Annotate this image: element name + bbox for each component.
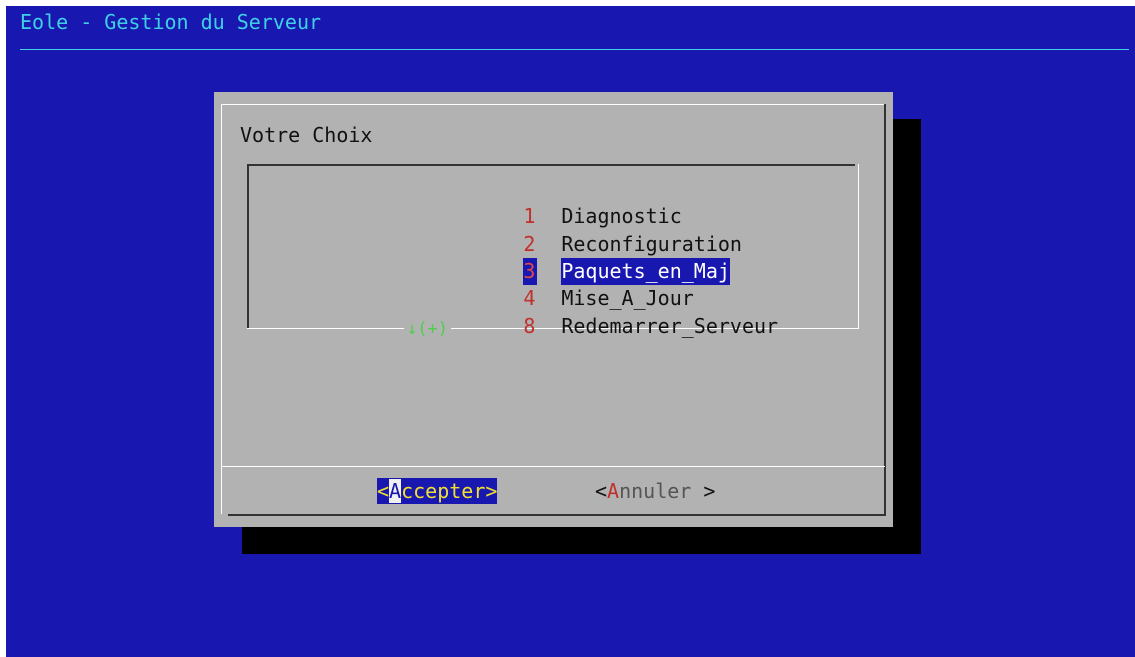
menu-dialog: Votre Choix 1 Diagnostic 2 Reconfiguration… xyxy=(214,92,893,527)
dialog-border-left xyxy=(221,104,222,514)
accept-button-label: ccepter xyxy=(401,479,486,503)
cancel-button-bracket-left: < xyxy=(595,479,608,503)
menu-item-reconfiguration[interactable]: 2 Reconfiguration xyxy=(427,204,742,256)
terminal-screen: Eole - Gestion du Serveur Votre Choix 1D… xyxy=(6,6,1135,657)
button-separator xyxy=(221,466,885,467)
cancel-button-label: nnuler xyxy=(619,479,692,503)
menu-item-mise-a-jour[interactable]: 4 Mise_A_Jour xyxy=(427,258,693,310)
dialog-prompt: Votre Choix xyxy=(240,123,373,147)
menu-item-redemarrer-serveur[interactable]: 8 Redemarrer_Serveur xyxy=(427,286,778,338)
menu-item-label: Redemarrer_Serveur xyxy=(561,314,779,338)
accept-button-hotkey: A xyxy=(389,479,402,503)
dialog-border-bottom xyxy=(228,514,886,516)
accept-button[interactable]: <Accepter> xyxy=(377,478,498,504)
cancel-button-hotkey: A xyxy=(607,479,620,503)
scroll-down-indicator: ↓(+) xyxy=(404,318,451,340)
menu-border-right xyxy=(858,164,859,329)
menu-item-tag: 8 xyxy=(523,314,536,338)
menu-border-left xyxy=(247,164,249,328)
menu-item-diagnostic[interactable]: 1 Diagnostic xyxy=(427,176,681,228)
accept-button-bracket-left: < xyxy=(377,479,390,503)
dialog-border-right xyxy=(884,104,886,514)
menu-border-top xyxy=(247,164,855,166)
button-bar: <Accepter> <Annuler > xyxy=(214,478,893,504)
cancel-button[interactable]: <Annuler > xyxy=(595,478,715,504)
cancel-button-bracket-right: > xyxy=(691,479,716,503)
accept-button-bracket-right: > xyxy=(485,479,498,503)
backtitle: Eole - Gestion du Serveur xyxy=(20,10,322,34)
backtitle-divider xyxy=(20,49,1129,50)
menu-list[interactable]: 1 Diagnostic 2 Reconfiguration 3 Paquets_en… xyxy=(247,164,859,340)
menu-item-paquets-en-maj[interactable]: 3 Paquets_en_Maj xyxy=(427,231,730,285)
dialog-border-top xyxy=(221,104,885,105)
